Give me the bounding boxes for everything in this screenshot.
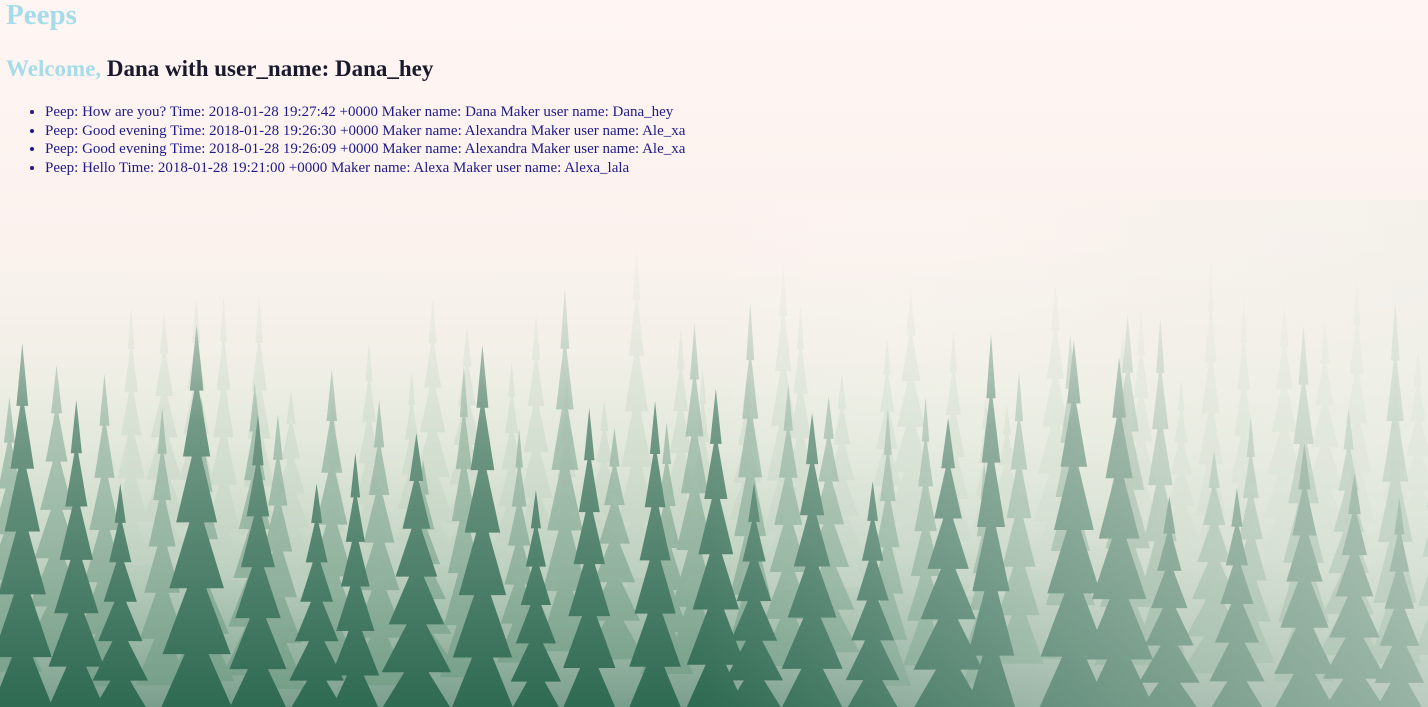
- peep-item: Peep: Good evening Time: 2018-01-28 19:2…: [45, 140, 685, 159]
- peep-item: Peep: Hello Time: 2018-01-28 19:21:00 +0…: [45, 159, 685, 178]
- welcome-label: Welcome,: [6, 56, 102, 81]
- welcome-user-info: Dana with user_name: Dana_hey: [106, 56, 434, 81]
- peep-item: Peep: Good evening Time: 2018-01-28 19:2…: [45, 122, 685, 141]
- peep-item: Peep: How are you? Time: 2018-01-28 19:2…: [45, 103, 685, 122]
- app-title: Peeps: [6, 0, 77, 31]
- welcome-heading: Welcome, Dana with user_name: Dana_hey: [6, 53, 433, 85]
- peeps-list: Peep: How are you? Time: 2018-01-28 19:2…: [6, 103, 685, 177]
